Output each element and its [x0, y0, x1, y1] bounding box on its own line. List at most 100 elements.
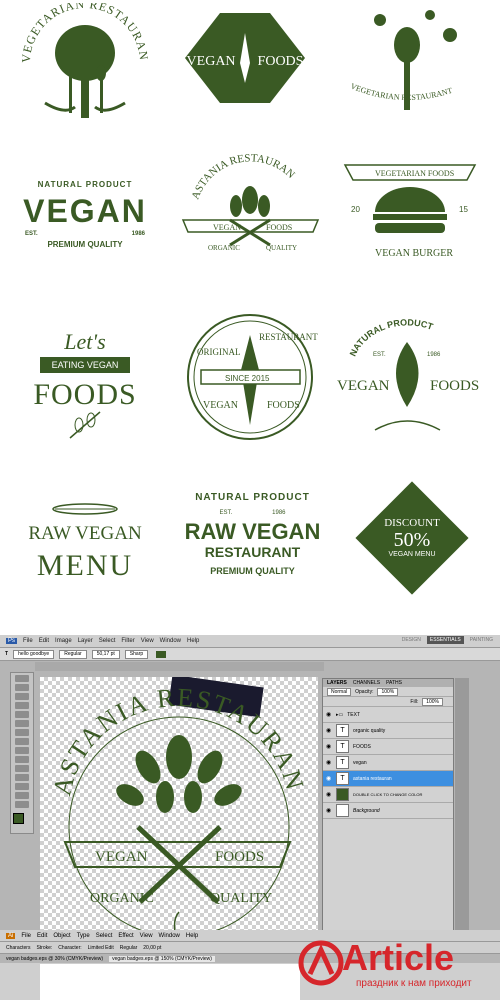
ps-menu-file[interactable]: File: [23, 638, 33, 644]
ps-menu-select[interactable]: Select: [99, 638, 116, 644]
text-layer-icon: T: [336, 740, 349, 753]
ps-menu-window[interactable]: Window: [160, 638, 181, 644]
brush-tool-icon[interactable]: [15, 729, 29, 736]
ps-fill-field[interactable]: 100%: [422, 697, 443, 706]
ps-size-field[interactable]: 50,17 pt: [91, 649, 120, 659]
ps-color-swatch[interactable]: [156, 650, 167, 658]
ai-opt-characters[interactable]: Characters: [6, 945, 30, 951]
ai-menu-window[interactable]: Window: [159, 933, 180, 939]
ps-layer-foods[interactable]: ◉ T FOODS: [323, 739, 453, 755]
ai-menu-effect[interactable]: Effect: [118, 933, 133, 939]
ps-menu-edit[interactable]: Edit: [39, 638, 49, 644]
wand-tool-icon[interactable]: [15, 702, 29, 709]
ps-art-ribbon-left: VEGAN: [95, 849, 148, 865]
logo-vegetarian-restaurant-spoon: VEGETARIAN RESTAURANT: [340, 0, 475, 120]
eye-icon[interactable]: ◉: [326, 791, 332, 798]
ps-layer-astania-restauran[interactable]: ◉ T astania restauran: [323, 771, 453, 787]
ps-menu-help[interactable]: Help: [187, 638, 199, 644]
logo4-vegan-text: VEGAN: [23, 193, 147, 230]
crop-tool-icon[interactable]: [15, 711, 29, 718]
astania-badge-artwork: ASTANIA RESTAURAN VEGAN FOODS ORGANIC QU…: [47, 674, 308, 948]
ps-panel-dock: [455, 678, 469, 958]
eyedropper-tool-icon[interactable]: [15, 720, 29, 727]
svg-text:VEGETARIAN RESTAURANT: VEGETARIAN RESTAURANT: [349, 82, 453, 102]
ps-art-bottom-right: QUALITY: [210, 891, 272, 906]
ps-layer-name: astania restauran: [353, 775, 392, 782]
ai-doc-tab-1[interactable]: vegan badges.eps @ 30% (CMYK/Preview): [6, 956, 103, 962]
ps-tab-channels[interactable]: CHANNELS: [353, 679, 380, 687]
ps-foreground-color[interactable]: [13, 813, 24, 824]
eye-icon[interactable]: ◉: [326, 807, 332, 814]
logo-original-restaurant-carrot: SINCE 2015 ORIGINAL RESTAURANT VEGAN FOO…: [183, 310, 318, 445]
ps-menu-image[interactable]: Image: [55, 638, 72, 644]
ps-workspace-painting[interactable]: PAINTING: [467, 636, 496, 644]
logo10-raw-vegan-text: RAW VEGAN: [28, 523, 142, 545]
spoon-vegetables-icon: VEGETARIAN RESTAURANT: [349, 10, 457, 110]
type-tool-icon-2[interactable]: [15, 774, 29, 781]
ai-opt-character[interactable]: Character:: [58, 945, 81, 951]
ai-menu-file[interactable]: File: [21, 933, 31, 939]
logo6-right-num: 15: [459, 205, 468, 214]
ai-artboard[interactable]: [40, 964, 300, 1000]
logo-lets-eating-vegan-foods: Let's EATING VEGAN FOODS: [15, 305, 155, 465]
eye-icon[interactable]: ◉: [326, 727, 332, 734]
folder-icon: ▸▭: [336, 711, 344, 718]
move-tool-icon[interactable]: [15, 675, 29, 682]
zoom-tool-icon[interactable]: [15, 801, 29, 808]
eye-icon[interactable]: ◉: [326, 743, 332, 750]
stamp-tool-icon[interactable]: [15, 738, 29, 745]
ps-tab-paths[interactable]: PATHS: [386, 679, 402, 687]
gradient-tool-icon[interactable]: [15, 756, 29, 763]
lasso-tool-icon[interactable]: [15, 693, 29, 700]
ai-menu-object[interactable]: Object: [53, 933, 70, 939]
ps-layer-group-text[interactable]: ◉ ▸▭ TEXT: [323, 707, 453, 723]
ai-menu-help[interactable]: Help: [186, 933, 198, 939]
ps-font-field[interactable]: hello goodbye: [13, 649, 55, 659]
ai-menu-type[interactable]: Type: [77, 933, 90, 939]
ps-aa-field[interactable]: Sharp: [124, 649, 149, 659]
ai-doc-tab-2[interactable]: vegan badges.eps @ 150% (CMYK/Preview): [109, 955, 215, 962]
ai-menu-view[interactable]: View: [140, 933, 153, 939]
eye-icon[interactable]: ◉: [326, 759, 332, 766]
ps-menu-logo[interactable]: Ps: [6, 638, 18, 644]
ps-menu-filter[interactable]: Filter: [121, 638, 134, 644]
ps-canvas[interactable]: ASTANIA RESTAURAN VEGAN FOODS ORGANIC QU…: [40, 674, 318, 960]
logo8-right-text: FOODS: [267, 400, 300, 411]
ai-opt-style[interactable]: Regular: [120, 945, 138, 951]
logo-astania-restaurant: ASTANIA RESTAURAN VEGAN FOODS ORGANIC QU…: [178, 150, 323, 270]
ps-style-field[interactable]: Regular: [59, 649, 87, 659]
ps-workspace-design[interactable]: DESIGN: [399, 636, 424, 644]
ps-layer-name: DOUBLE CLICK TO CHANGE COLOR: [353, 792, 423, 797]
ps-document-tab[interactable]: [35, 662, 324, 671]
ps-layer-name: organic quality: [353, 727, 386, 734]
ps-layer-vegan[interactable]: ◉ T vegan: [323, 755, 453, 771]
ps-blend-mode[interactable]: Normal: [327, 687, 352, 696]
ai-menu-edit[interactable]: Edit: [37, 933, 47, 939]
eye-icon[interactable]: ◉: [326, 711, 332, 718]
ps-menu-layer[interactable]: Layer: [78, 638, 93, 644]
type-tool-icon[interactable]: T: [5, 651, 8, 657]
ps-layer-color-fill[interactable]: ◉ DOUBLE CLICK TO CHANGE COLOR: [323, 787, 453, 803]
marquee-tool-icon[interactable]: [15, 684, 29, 691]
ai-opt-font[interactable]: Limited Edit: [88, 945, 114, 951]
ps-tab-layers[interactable]: LAYERS: [327, 679, 347, 687]
ps-opacity-field[interactable]: 100%: [377, 687, 399, 696]
ai-menu-logo[interactable]: Ai: [6, 932, 16, 939]
ai-opt-stroke[interactable]: Stroke:: [36, 945, 52, 951]
ps-fill-label: Fill:: [410, 698, 419, 705]
shape-tool-icon[interactable]: [15, 783, 29, 790]
pen-tool-icon[interactable]: [15, 765, 29, 772]
ps-menu-view[interactable]: View: [141, 638, 154, 644]
logo-natural-product-vegan-foods: NATURAL PRODUCT EST. 1986 VEGAN FOODS: [335, 312, 480, 442]
hand-tool-icon[interactable]: [15, 792, 29, 799]
logo-natural-product-vegan: NATURAL PRODUCT VEGAN EST. 1986 PREMIUM …: [10, 165, 160, 265]
ps-layer-organic-quality[interactable]: ◉ T organic quality: [323, 723, 453, 739]
ai-opt-size[interactable]: 20,00 pt: [143, 945, 161, 951]
ps-workspace-essentials[interactable]: ESSENTIALS: [426, 636, 464, 644]
burger-icon: VEGETARIAN FOODS 20 15 VEGAN BURGER: [343, 164, 477, 259]
ai-menu-select[interactable]: Select: [96, 933, 113, 939]
eraser-tool-icon[interactable]: [15, 747, 29, 754]
eye-icon[interactable]: ◉: [326, 775, 332, 782]
ps-layer-background[interactable]: ◉ Background: [323, 803, 453, 819]
text-layer-icon: T: [336, 772, 349, 785]
